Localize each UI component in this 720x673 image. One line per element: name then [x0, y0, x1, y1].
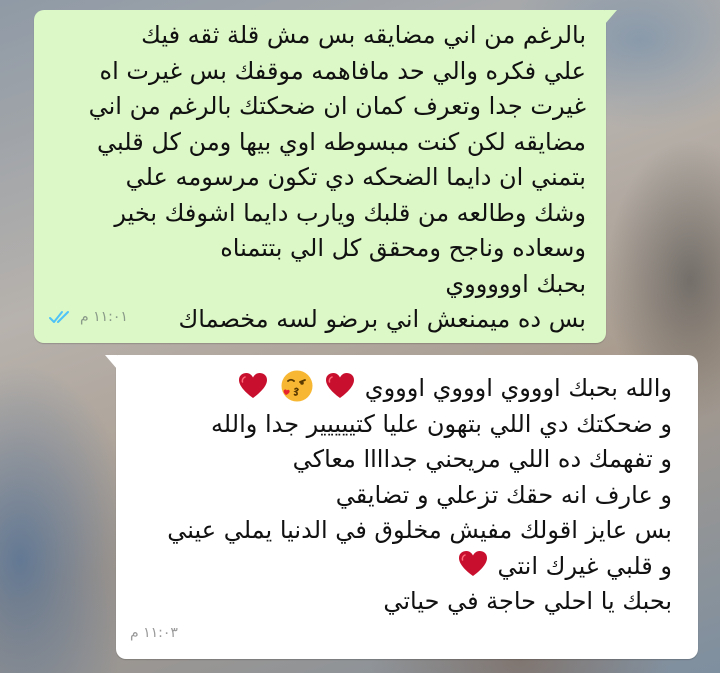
red-heart-icon [326, 373, 355, 398]
message-time: ١١:٠١ م [80, 308, 128, 325]
red-heart-icon [458, 550, 487, 576]
message-line: مضايقه لكن كنت مبسوطه اوي بيها ومن كل قل… [97, 127, 586, 156]
message-line-text: والله بحبك اوووي اوووي اوووي [364, 374, 672, 402]
message-line: و تفهمك ده اللي مريحني جداااا معاكي [292, 445, 672, 473]
face-blowing-kiss-icon [281, 370, 312, 402]
message-line: بالرغم من اني مضايقه بس مش قلة ثقه فيك [141, 21, 586, 49]
chat-area[interactable]: بالرغم من اني مضايقه بس مش قلة ثقه فيك ع… [0, 0, 720, 673]
message-time: ١١:٠٣ م [130, 624, 178, 641]
message-line-text: و قلبي غيرك انتي [497, 551, 672, 580]
message-line: بس عايز اقولك مفيش مخلوق في الدنيا يملي … [167, 516, 672, 544]
message-meta: ١١:٠١ م [48, 300, 128, 336]
message-line: بتمني ان دايما الضحكه دي تكون مرسومه علي [125, 163, 586, 191]
message-line: بحبك اوووووي [445, 269, 586, 298]
received-message-bubble[interactable]: والله بحبك اوووي اوووي اوووي و ضحكتك دي … [105, 355, 698, 659]
message-line: بحبك يا احلي حاجة في حياتي [383, 587, 672, 615]
message-line: علي فكره والي حد مافاهمه موقفك بس غيرت ا… [99, 56, 586, 85]
message-line: بس ده ميمنعش اني برضو لسه مخصماك [178, 305, 586, 333]
double-check-read-icon [49, 311, 69, 324]
message-line: و عارف انه حقك تزعلي و تضايقي [335, 480, 672, 509]
message-meta: ١١:٠٣ م [130, 616, 178, 652]
message-line: و قلبي غيرك انتي [130, 549, 672, 585]
message-line: وسعاده وناجح ومحقق كل الي بتتمناه [220, 234, 586, 262]
red-heart-icon [238, 373, 267, 398]
message-line: غيرت جدا وتعرف كمان ان ضحكتك بالرغم من ا… [88, 92, 586, 120]
sent-message-bubble[interactable]: بالرغم من اني مضايقه بس مش قلة ثقه فيك ع… [34, 10, 617, 343]
message-line: وشك وطالعه من قلبك ويارب دايما اشوفك بخي… [114, 198, 586, 227]
message-line: والله بحبك اوووي اوووي اوووي [130, 369, 672, 407]
message-line: و ضحكتك دي اللي بتهون عليا كتييييير جدا … [210, 409, 672, 438]
